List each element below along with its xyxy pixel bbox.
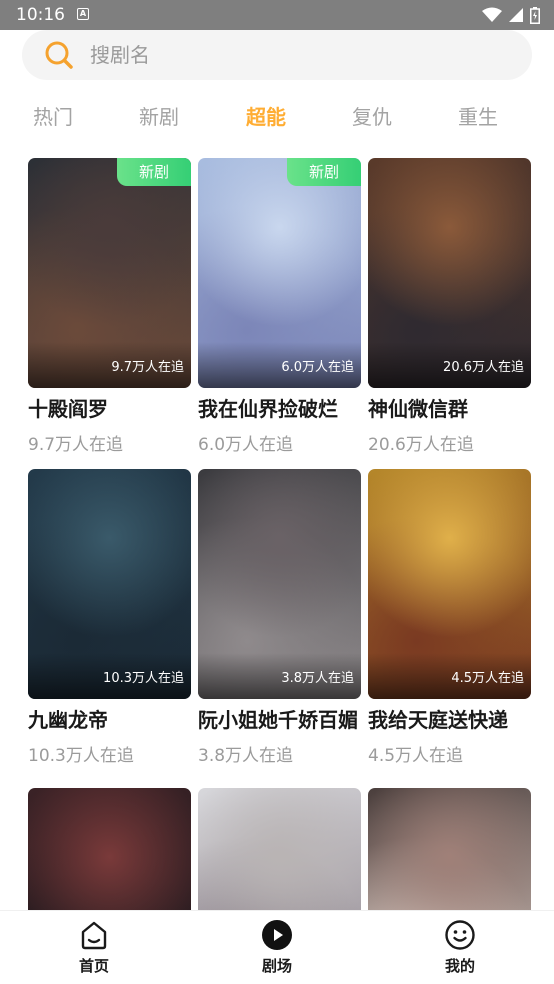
show-grid: 9.7万人在追 新剧 十殿阎罗 9.7万人在追 6.0万人在追 新剧 我在仙界捡破烂 6.0万… xyxy=(0,0,554,910)
bottom-nav: 首页 剧场 我的 xyxy=(0,910,554,984)
search-input[interactable] xyxy=(90,30,510,80)
show-poster[interactable]: 10.3万人在追 xyxy=(28,469,191,699)
tab-1[interactable]: 新剧 xyxy=(119,100,199,134)
show-poster[interactable]: 3.8万人在追 xyxy=(198,469,361,699)
poster-follower-count: 9.7万人在追 xyxy=(111,360,184,375)
show-poster[interactable]: 4.5万人在追 xyxy=(368,469,531,699)
show-poster[interactable] xyxy=(368,788,531,910)
poster-image xyxy=(198,788,361,910)
show-card[interactable] xyxy=(368,788,531,910)
show-follower-text: 10.3万人在追 xyxy=(28,746,134,766)
nav-mine[interactable]: 我的 xyxy=(415,919,505,976)
show-follower-text: 9.7万人在追 xyxy=(28,435,124,455)
show-card[interactable]: 10.3万人在追 九幽龙帝 10.3万人在追 xyxy=(28,469,191,766)
new-badge: 新剧 xyxy=(287,158,361,186)
nav-mine-label: 我的 xyxy=(444,957,475,975)
nav-home-label: 首页 xyxy=(78,957,109,975)
search-bar[interactable] xyxy=(22,30,532,80)
show-title[interactable]: 我给天庭送快递 xyxy=(368,707,531,733)
show-card[interactable] xyxy=(28,788,191,910)
show-poster[interactable]: 6.0万人在追 新剧 xyxy=(198,158,361,388)
show-card[interactable]: 4.5万人在追 我给天庭送快递 4.5万人在追 xyxy=(368,469,531,766)
poster-follower-count: 4.5万人在追 xyxy=(451,671,524,686)
show-title[interactable]: 神仙微信群 xyxy=(368,396,531,422)
show-follower-text: 4.5万人在追 xyxy=(368,746,464,766)
signal-icon xyxy=(509,8,523,22)
tab-0[interactable]: 热门 xyxy=(13,100,93,134)
show-follower-text: 20.6万人在追 xyxy=(368,435,474,455)
show-card[interactable] xyxy=(198,788,361,910)
poster-follower-count: 20.6万人在追 xyxy=(443,360,524,375)
nav-theater-label: 剧场 xyxy=(261,957,292,975)
show-card[interactable]: 6.0万人在追 新剧我在仙界捡破烂 6.0万人在追 xyxy=(198,158,361,455)
battery-icon xyxy=(530,6,540,24)
show-poster[interactable] xyxy=(198,788,361,910)
status-time: 10:16 xyxy=(16,5,65,25)
show-poster[interactable]: 20.6万人在追 xyxy=(368,158,531,388)
show-follower-text: 6.0万人在追 xyxy=(198,435,294,455)
play-icon xyxy=(262,920,292,950)
show-title[interactable]: 十殿阎罗 xyxy=(28,396,191,422)
smiley-icon xyxy=(445,920,475,950)
show-title[interactable]: 九幽龙帝 xyxy=(28,707,191,733)
nav-home[interactable]: 首页 xyxy=(49,919,139,976)
wifi-icon xyxy=(482,7,502,22)
status-bar: 10:16 A xyxy=(0,0,554,30)
category-tabs: 热门 新剧 超能 复仇 重生 xyxy=(0,100,554,134)
tab-3[interactable]: 复仇 xyxy=(332,100,412,134)
new-badge: 新剧 xyxy=(117,158,191,186)
status-icons xyxy=(482,6,540,24)
poster-image xyxy=(28,788,191,910)
tab-4[interactable]: 重生 xyxy=(438,100,518,134)
search-icon[interactable] xyxy=(44,40,74,70)
poster-follower-count: 3.8万人在追 xyxy=(281,671,354,686)
poster-image xyxy=(368,788,531,910)
show-poster[interactable]: 9.7万人在追 新剧 xyxy=(28,158,191,388)
poster-follower-count: 6.0万人在追 xyxy=(281,360,354,375)
nav-theater[interactable]: 剧场 xyxy=(232,919,322,976)
home-icon xyxy=(81,921,107,950)
show-card[interactable]: 9.7万人在追 新剧十殿阎罗 9.7万人在追 xyxy=(28,158,191,455)
show-title[interactable]: 我在仙界捡破烂 xyxy=(198,396,361,422)
show-card[interactable]: 3.8万人在追 阮小姐她千娇百媚 3.8万人在追 xyxy=(198,469,361,766)
show-follower-text: 3.8万人在追 xyxy=(198,746,294,766)
show-card[interactable]: 20.6万人在追 神仙微信群 20.6万人在追 xyxy=(368,158,531,455)
show-title[interactable]: 阮小姐她千娇百媚 xyxy=(198,707,361,733)
poster-follower-count: 10.3万人在追 xyxy=(103,671,184,686)
show-poster[interactable] xyxy=(28,788,191,910)
notification-icon: A xyxy=(77,8,89,20)
tab-2[interactable]: 超能 xyxy=(226,100,306,134)
